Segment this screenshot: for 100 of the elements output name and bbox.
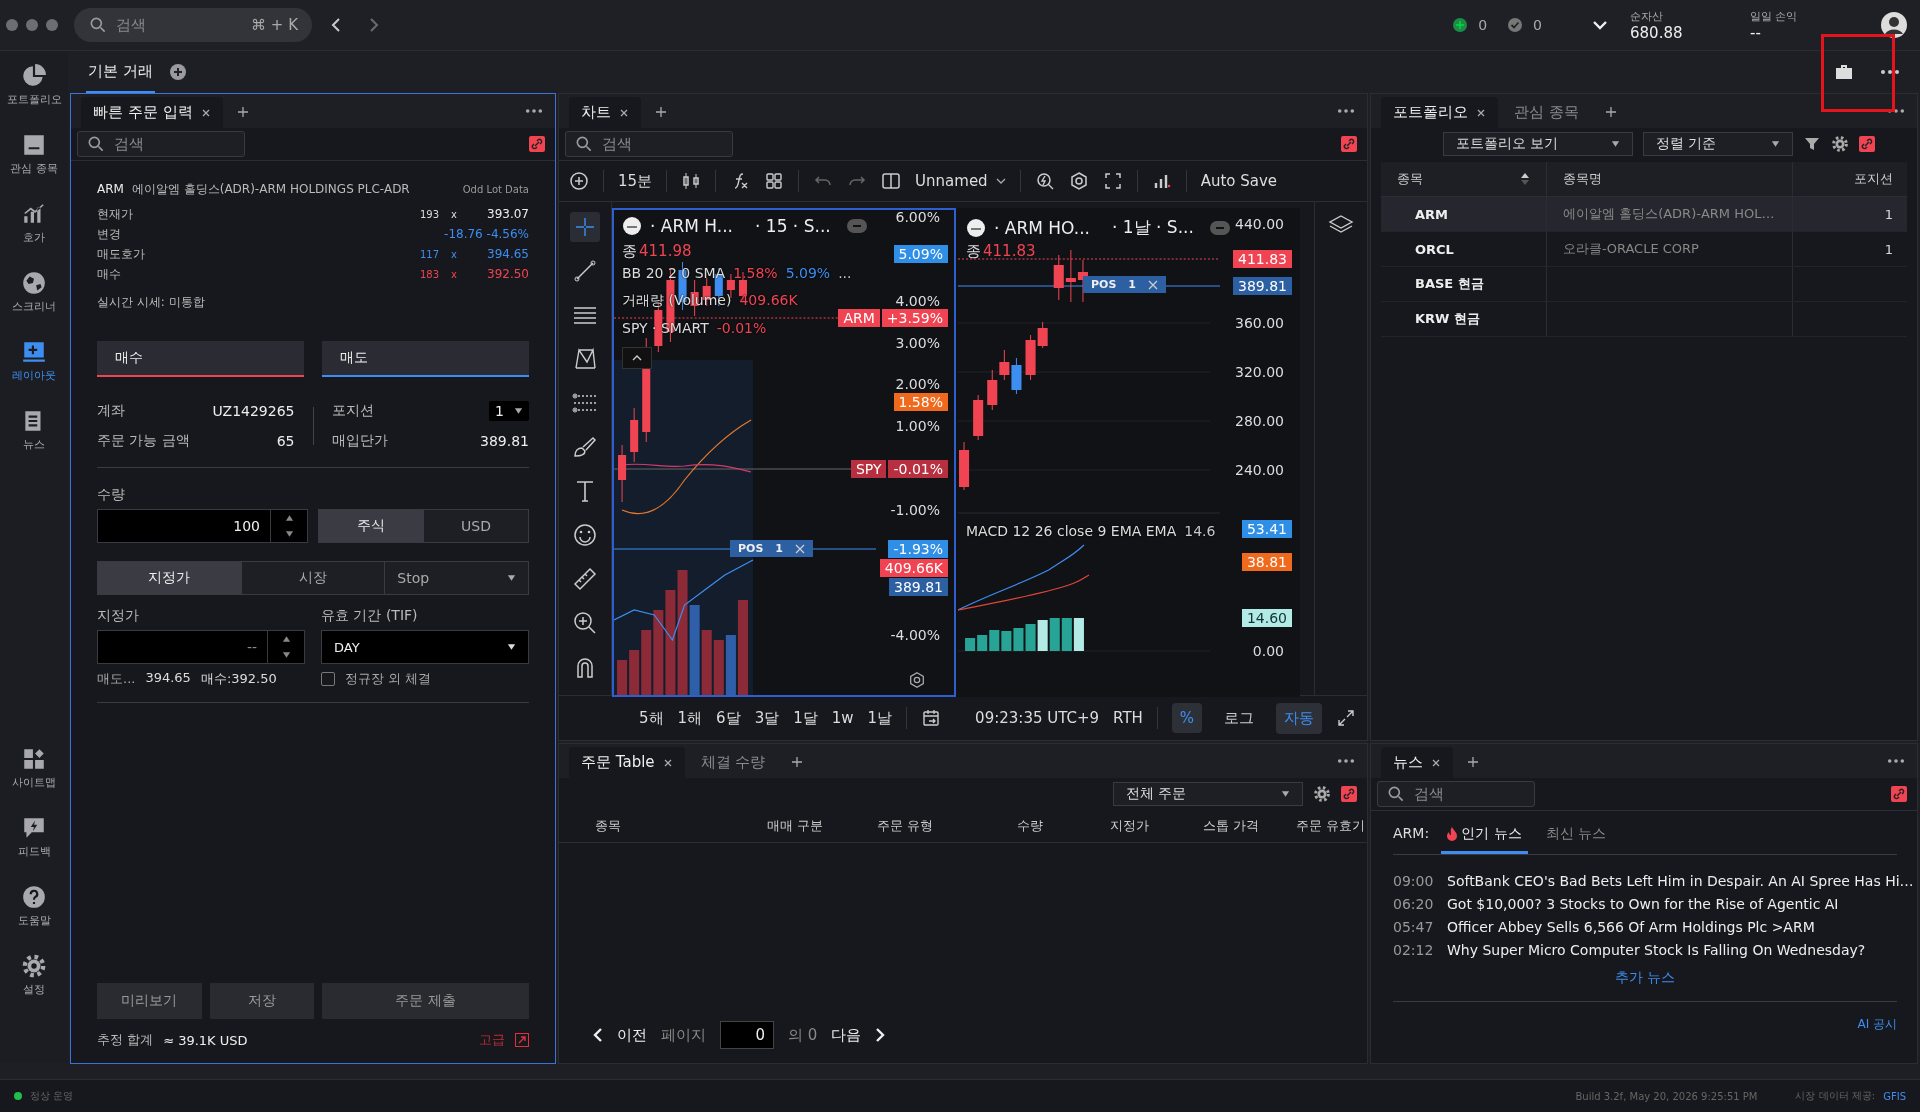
view-dropdown[interactable]: 포트폴리오 보기 xyxy=(1443,132,1633,156)
page-field[interactable]: 0 xyxy=(720,1021,774,1049)
column-header[interactable]: 스톱 가격 xyxy=(1165,817,1275,835)
panel-tab[interactable]: 뉴스 xyxy=(1381,747,1453,778)
autosave-button[interactable]: Auto Save xyxy=(1200,172,1278,190)
news-headline[interactable]: Officer Abbey Sells 6,566 Of Arm Holdings Plc >ARM xyxy=(1447,918,1815,935)
gear-icon[interactable] xyxy=(1313,785,1331,803)
candlestick-icon[interactable] xyxy=(681,171,702,191)
more-news-link[interactable]: 추가 뉴스 xyxy=(1614,969,1676,987)
sidebar-item[interactable]: 뉴스 xyxy=(21,408,47,452)
window-controls[interactable] xyxy=(6,19,58,31)
caret-down-icon[interactable] xyxy=(507,575,516,581)
table-row[interactable]: ORCL 오라클-ORACLE CORP 1 xyxy=(1381,232,1907,267)
more-icon[interactable] xyxy=(525,108,543,114)
collapse-icon[interactable] xyxy=(1209,220,1230,235)
link-icon[interactable] xyxy=(529,136,545,152)
sidebar-item[interactable]: 포트폴리오 xyxy=(6,63,62,107)
news-headline[interactable]: Why Super Micro Computer Stock Is Falling On Wednesday? xyxy=(1447,941,1866,958)
layout-name-dropdown[interactable]: Unnamed xyxy=(915,172,988,190)
link-icon[interactable] xyxy=(1341,136,1357,152)
next-button[interactable]: 다음 xyxy=(831,1025,862,1045)
close-icon[interactable] xyxy=(795,543,805,554)
add-tab-icon[interactable] xyxy=(236,106,249,118)
range-button[interactable]: 1날 xyxy=(867,708,893,728)
sidebar-item[interactable]: 관심 종목 xyxy=(10,132,58,176)
close-icon[interactable] xyxy=(1476,107,1486,118)
sidebar-item[interactable]: 도움말 xyxy=(17,884,51,928)
more-icon[interactable] xyxy=(1337,108,1355,114)
side-tab[interactable]: 매수 xyxy=(97,341,304,377)
expand-icon[interactable] xyxy=(1336,708,1357,728)
caret-down-icon[interactable] xyxy=(1771,141,1780,147)
scale-toggle[interactable]: 로그 xyxy=(1216,702,1263,734)
column-header[interactable]: 종목 xyxy=(559,817,729,835)
interval-button[interactable]: 15분 xyxy=(618,171,653,191)
order-type-tab[interactable]: 지정가 xyxy=(98,562,241,594)
table-row[interactable]: KRW 현금 xyxy=(1381,302,1907,337)
range-button[interactable]: 1해 xyxy=(677,708,703,728)
briefcase-icon[interactable] xyxy=(1834,63,1854,81)
link-icon[interactable] xyxy=(1341,786,1357,802)
add-circle-icon[interactable] xyxy=(569,171,589,191)
limit-price-field[interactable]: -- xyxy=(97,630,305,664)
column-header[interactable]: 종목명 xyxy=(1547,162,1793,196)
fullscreen-icon[interactable] xyxy=(1102,171,1123,191)
panel-tab[interactable]: 주문 Table xyxy=(569,747,685,778)
search-field[interactable]: 검색 xyxy=(565,131,733,157)
sidebar-item[interactable]: 피드백 xyxy=(17,815,51,859)
column-header[interactable]: 수량 xyxy=(949,817,1059,835)
panel-tab[interactable]: 포트폴리오 xyxy=(1381,97,1498,128)
panel-tab[interactable]: 빠른 주문 입력 xyxy=(81,97,223,128)
range-button[interactable]: 5해 xyxy=(639,708,664,728)
scale-toggle[interactable]: 자동 xyxy=(1276,702,1323,734)
action-button[interactable]: 미리보기 xyxy=(97,983,202,1019)
back-icon[interactable] xyxy=(330,17,342,33)
column-header[interactable]: 주문 유효기 xyxy=(1275,817,1365,835)
session-button[interactable]: RTH xyxy=(1113,709,1143,727)
zoom-bolt-icon[interactable] xyxy=(1034,171,1055,191)
panel-tab[interactable]: 체결 수량 xyxy=(688,747,778,778)
quantity-field[interactable]: 100 xyxy=(97,509,308,543)
chevron-left-icon[interactable] xyxy=(593,1027,603,1043)
collapse-icon[interactable] xyxy=(846,219,867,233)
layers-icon[interactable] xyxy=(1328,214,1354,236)
tif-dropdown[interactable]: DAY xyxy=(321,630,529,664)
chevron-right-icon[interactable] xyxy=(875,1027,886,1043)
caret-down-icon[interactable] xyxy=(507,644,516,650)
column-header[interactable]: 매매 구분 xyxy=(729,817,839,835)
column-header[interactable]: 지정가 xyxy=(1059,817,1165,835)
range-button[interactable]: 1w xyxy=(831,709,854,727)
sort-icon[interactable] xyxy=(1520,173,1530,185)
sidebar-item[interactable]: 레이아웃 xyxy=(12,339,56,383)
position-marker[interactable]: POS 1 xyxy=(1083,276,1166,293)
range-button[interactable]: 3달 xyxy=(754,708,780,728)
close-icon[interactable] xyxy=(1148,279,1158,290)
sidebar-item[interactable]: 설정 xyxy=(21,953,47,997)
gear-icon[interactable] xyxy=(1831,135,1849,153)
close-icon[interactable] xyxy=(662,757,673,768)
panel-tab[interactable]: 관심 종목 xyxy=(1502,97,1591,128)
close-icon[interactable] xyxy=(619,107,629,118)
grid-icon[interactable] xyxy=(764,171,785,191)
close-icon[interactable] xyxy=(1431,757,1441,768)
order-filter-dropdown[interactable]: 전체 주문 xyxy=(1113,782,1303,806)
news-tab[interactable]: 최신 뉴스 xyxy=(1539,817,1612,854)
more-icon[interactable] xyxy=(1337,758,1355,764)
caret-down-icon[interactable] xyxy=(514,408,523,414)
table-row[interactable]: ARM 에이알엠 홀딩스(ADR)-ARM HOL… 1 xyxy=(1381,197,1907,232)
filter-icon[interactable] xyxy=(1803,135,1821,153)
add-icon[interactable] xyxy=(168,63,187,81)
caret-down-icon[interactable] xyxy=(1611,141,1620,147)
sidebar-item[interactable]: 호가 xyxy=(21,201,47,245)
ai-disclosure-link[interactable]: AI 공시 xyxy=(1857,1016,1897,1033)
side-tab[interactable]: 매도 xyxy=(322,341,529,377)
checkbox[interactable] xyxy=(321,672,335,686)
more-icon[interactable] xyxy=(1887,108,1905,114)
calendar-icon[interactable] xyxy=(921,708,942,728)
action-button[interactable]: 주문 제출 xyxy=(322,983,529,1019)
settings-icon[interactable] xyxy=(908,671,926,689)
spin-up-icon[interactable] xyxy=(284,515,294,521)
sidebar-item[interactable]: 스크리너 xyxy=(12,270,56,314)
split-view-icon[interactable] xyxy=(881,171,902,191)
column-header[interactable]: 종목 xyxy=(1381,162,1547,196)
forward-icon[interactable] xyxy=(368,17,380,33)
